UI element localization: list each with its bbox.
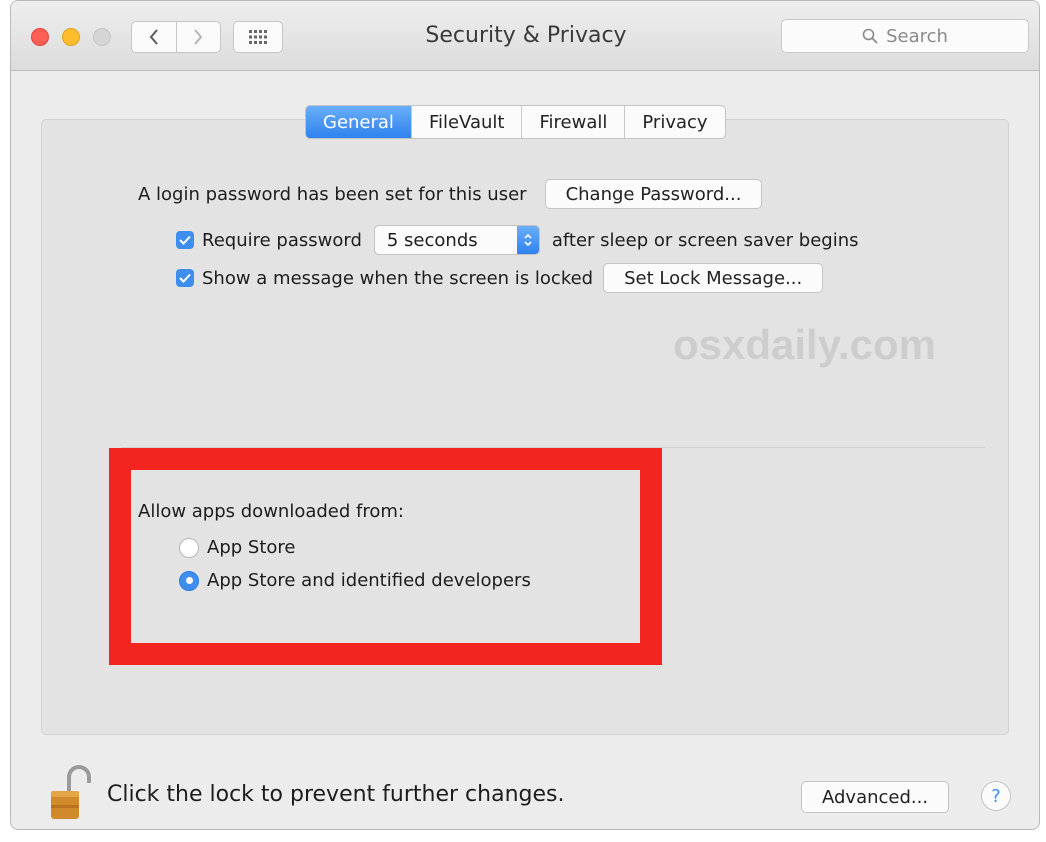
require-password-label: Require password bbox=[202, 229, 362, 251]
window-title: Security & Privacy bbox=[425, 23, 627, 48]
set-lock-message-button[interactable]: Set Lock Message... bbox=[603, 263, 824, 293]
show-message-checkbox[interactable] bbox=[176, 269, 194, 287]
show-message-row: Show a message when the screen is locked… bbox=[176, 263, 824, 293]
updown-arrows-icon bbox=[516, 226, 539, 254]
radio-app-store-row[interactable]: App Store bbox=[179, 537, 295, 558]
tab-privacy[interactable]: Privacy bbox=[624, 106, 724, 138]
login-password-text: A login password has been set for this u… bbox=[138, 183, 527, 205]
show-all-button[interactable] bbox=[233, 21, 283, 53]
help-question-icon: ? bbox=[991, 785, 1001, 807]
allow-apps-heading: Allow apps downloaded from: bbox=[138, 501, 404, 522]
lock-button[interactable] bbox=[49, 763, 93, 825]
show-message-label: Show a message when the screen is locked bbox=[202, 267, 594, 289]
login-password-row: A login password has been set for this u… bbox=[138, 179, 763, 209]
change-password-button[interactable]: Change Password... bbox=[544, 179, 763, 209]
radio-identified-developers-row[interactable]: App Store and identified developers bbox=[179, 570, 531, 591]
search-icon bbox=[862, 28, 878, 44]
security-privacy-window: Security & Privacy Search General FileVa… bbox=[10, 0, 1040, 830]
require-password-checkbox[interactable] bbox=[176, 231, 194, 249]
password-delay-value: 5 seconds bbox=[386, 229, 478, 251]
checkmark-icon bbox=[179, 235, 191, 245]
tab-filevault[interactable]: FileVault bbox=[410, 106, 522, 138]
radio-app-store-label: App Store bbox=[207, 537, 296, 558]
zoom-window-button[interactable] bbox=[93, 28, 111, 46]
back-button[interactable] bbox=[132, 22, 176, 52]
grid-icon bbox=[249, 30, 267, 44]
minimize-window-button[interactable] bbox=[62, 28, 80, 46]
unlocked-padlock-icon bbox=[51, 765, 91, 819]
chevron-left-icon bbox=[149, 29, 158, 45]
close-window-button[interactable] bbox=[31, 28, 49, 46]
tab-general[interactable]: General bbox=[306, 106, 411, 138]
radio-identified-developers[interactable] bbox=[179, 570, 199, 591]
radio-identified-developers-label: App Store and identified developers bbox=[207, 570, 531, 591]
advanced-button[interactable]: Advanced... bbox=[801, 781, 950, 813]
title-bar: Security & Privacy Search bbox=[11, 1, 1039, 71]
tab-firewall[interactable]: Firewall bbox=[521, 106, 624, 138]
password-delay-popup[interactable]: 5 seconds bbox=[373, 225, 540, 255]
radio-app-store[interactable] bbox=[179, 537, 199, 558]
chevron-right-icon bbox=[194, 29, 203, 45]
lock-message: Click the lock to prevent further change… bbox=[107, 782, 565, 807]
search-placeholder: Search bbox=[886, 25, 948, 47]
require-password-row: Require password 5 seconds after sleep o… bbox=[176, 225, 859, 255]
require-password-suffix: after sleep or screen saver begins bbox=[551, 229, 859, 251]
checkmark-icon bbox=[179, 273, 191, 283]
tab-bar: General FileVault Firewall Privacy bbox=[305, 105, 726, 139]
forward-button[interactable] bbox=[175, 22, 221, 52]
watermark: osxdaily.com bbox=[673, 321, 936, 368]
search-field[interactable]: Search bbox=[781, 19, 1029, 53]
help-button[interactable]: ? bbox=[981, 781, 1011, 811]
back-forward-control bbox=[131, 21, 221, 53]
